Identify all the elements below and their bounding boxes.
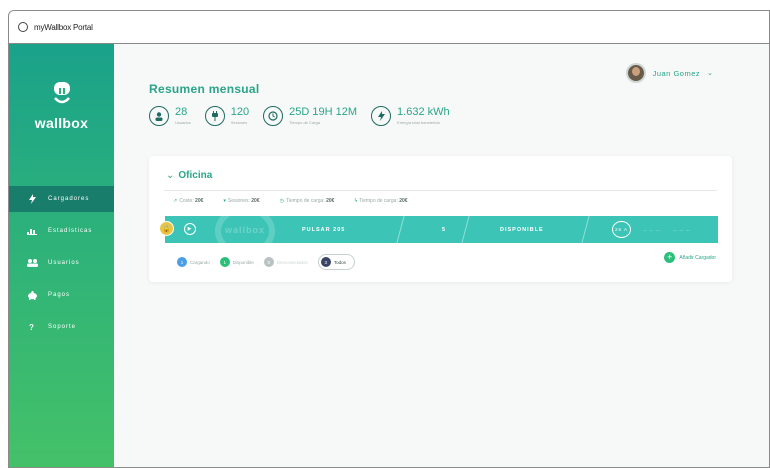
piggy-bank-icon: [26, 290, 38, 300]
power-max-label: — — —: [673, 228, 691, 232]
divider: [581, 216, 590, 243]
charger-row[interactable]: wallbox ▶ PULSAR 205 5 DISPONIBLE 26 A —…: [165, 216, 718, 243]
avatar: [625, 63, 646, 83]
bolt-icon: [371, 106, 392, 126]
sidebar-item-estadisticas[interactable]: Estadísticas: [9, 218, 114, 244]
app-window: myWallbox Portal wallbox Cargadores Esta…: [8, 10, 770, 468]
sidebar-item-cargadores[interactable]: Cargadores: [9, 186, 114, 212]
filter-label: Todos: [333, 259, 346, 265]
chevron-down-icon: ⌄: [166, 170, 175, 181]
charger-group-card: ⌄ Oficina ↗ Coste: 20€ ▾ Sesiones: 20€ ◷ Tie…: [149, 156, 732, 282]
bolt-icon: ϟ: [354, 198, 358, 204]
clock-icon: [263, 106, 284, 126]
sidebar: wallbox Cargadores Estadísticas Usuarios: [9, 44, 114, 467]
filter-count: 0: [263, 257, 274, 267]
window-title: myWallbox Portal: [34, 22, 93, 32]
metric-value: 20€: [251, 198, 260, 204]
chevron-down-icon: ⌄: [707, 70, 713, 77]
plug-icon: ▾: [223, 198, 226, 204]
metric-energia: ϟ Tiempo de carga: 20€: [354, 198, 407, 204]
bar-chart-icon: [26, 226, 38, 236]
sidebar-item-label: Cargadores: [48, 196, 90, 202]
user-name: Juan Gomez: [652, 68, 701, 78]
filter-count: 1: [177, 257, 187, 267]
charger-watermark: wallbox: [225, 225, 266, 235]
sidebar-item-usuarios[interactable]: Usuarios: [9, 250, 114, 276]
page-title: Resumen mensual: [149, 82, 260, 96]
sidebar-nav: Cargadores Estadísticas Usuarios Pagos ?…: [9, 186, 114, 346]
filter-label: Disponible: [232, 259, 254, 265]
power-gauge[interactable]: 26 A: [612, 221, 631, 238]
group-name: Oficina: [178, 170, 213, 181]
sidebar-item-soporte[interactable]: ? Soporte: [9, 314, 114, 340]
metric-sesiones: ▾ Sesiones: 20€: [223, 198, 259, 204]
filter-disponible[interactable]: 1 Disponible: [219, 257, 254, 267]
filter-count: 3: [320, 257, 331, 267]
filter-todos[interactable]: 3 Todos: [317, 254, 355, 270]
stat-tiempo: 25D 19H 12M Tiempo de Carga: [263, 106, 357, 126]
group-toggle[interactable]: ⌄ Oficina: [166, 170, 212, 181]
stat-value: 25D 19H 12M: [289, 106, 358, 118]
metric-value: 20€: [326, 198, 335, 204]
filter-desconectados[interactable]: 0 Desconectados: [263, 257, 308, 267]
sidebar-item-label: Pagos: [48, 292, 71, 298]
stat-sesiones: 120 Sesiones: [204, 106, 250, 126]
divider: [164, 190, 717, 191]
power-min-label: — — —: [643, 228, 661, 232]
stat-usuarios: 28 Usuarios: [149, 106, 191, 126]
play-icon[interactable]: ▶: [184, 223, 196, 235]
sidebar-item-label: Usuarios: [48, 260, 80, 266]
trend-icon: ↗: [173, 198, 178, 204]
metric-label: Sesiones:: [227, 198, 250, 204]
stat-label: Energía total transferida: [397, 120, 440, 125]
user-icon: [149, 106, 169, 126]
add-charger-label: Añadir Cargador: [679, 254, 716, 261]
filter-count: 1: [219, 257, 230, 267]
stat-label: Usuarios: [175, 120, 191, 125]
stat-value: 120: [230, 106, 250, 118]
window-control-icon[interactable]: [18, 22, 28, 32]
stat-value: 28: [175, 106, 188, 118]
group-metrics: ↗ Coste: 20€ ▾ Sesiones: 20€ ◷ Tiempo de ca…: [173, 198, 408, 204]
plus-icon: +: [664, 252, 676, 263]
lock-icon[interactable]: 🔒: [159, 221, 174, 236]
stat-energia: 1.632 kWh Energía total transferida: [371, 106, 450, 126]
bolt-icon: [26, 194, 38, 204]
charger-name: PULSAR 205: [302, 227, 346, 233]
metric-value: 20€: [195, 198, 204, 204]
stat-value: 1.632 kWh: [397, 106, 450, 118]
metric-label: Coste:: [179, 198, 194, 204]
stat-label: Sesiones: [230, 120, 248, 125]
brand-logo[interactable]: wallbox: [9, 80, 114, 131]
charger-number: 5: [442, 227, 447, 233]
filter-label: Desconectados: [276, 259, 308, 265]
sidebar-item-label: Estadísticas: [48, 228, 93, 234]
metric-coste: ↗ Coste: 20€: [173, 198, 203, 204]
wallbox-logo-icon: [53, 82, 70, 104]
add-charger-button[interactable]: + Añadir Cargador: [664, 252, 716, 263]
metric-label: Tiempo de carga:: [359, 198, 398, 204]
metric-value: 20€: [399, 198, 408, 204]
users-icon: [26, 258, 38, 268]
question-icon: ?: [29, 322, 35, 332]
metric-tiempo: ◷ Tiempo de carga: 20€: [280, 198, 335, 204]
filter-cargando[interactable]: 1 Cargando: [177, 257, 210, 267]
status-filters: 1 Cargando 1 Disponible 0 Desconectados …: [177, 254, 355, 270]
stat-label: Tiempo de Carga: [289, 120, 320, 125]
divider: [396, 216, 405, 243]
plug-icon: [204, 106, 225, 126]
filter-label: Cargando: [190, 259, 210, 265]
user-menu[interactable]: Juan Gomez ⌄: [625, 63, 713, 83]
metric-label: Tiempo de carga:: [285, 198, 325, 204]
summary-stats: 28 Usuarios 120 Sesiones 25D 19H 12M Tie…: [149, 106, 450, 126]
divider: [461, 216, 470, 243]
sidebar-item-pagos[interactable]: Pagos: [9, 282, 114, 308]
clock-icon: ◷: [279, 198, 284, 204]
main-content: Juan Gomez ⌄ Resumen mensual 28 Usuarios…: [114, 44, 769, 467]
sidebar-item-label: Soporte: [48, 324, 77, 330]
title-bar: myWallbox Portal: [9, 11, 769, 44]
status-badge: DISPONIBLE: [500, 227, 544, 233]
brand-name: wallbox: [34, 115, 89, 131]
